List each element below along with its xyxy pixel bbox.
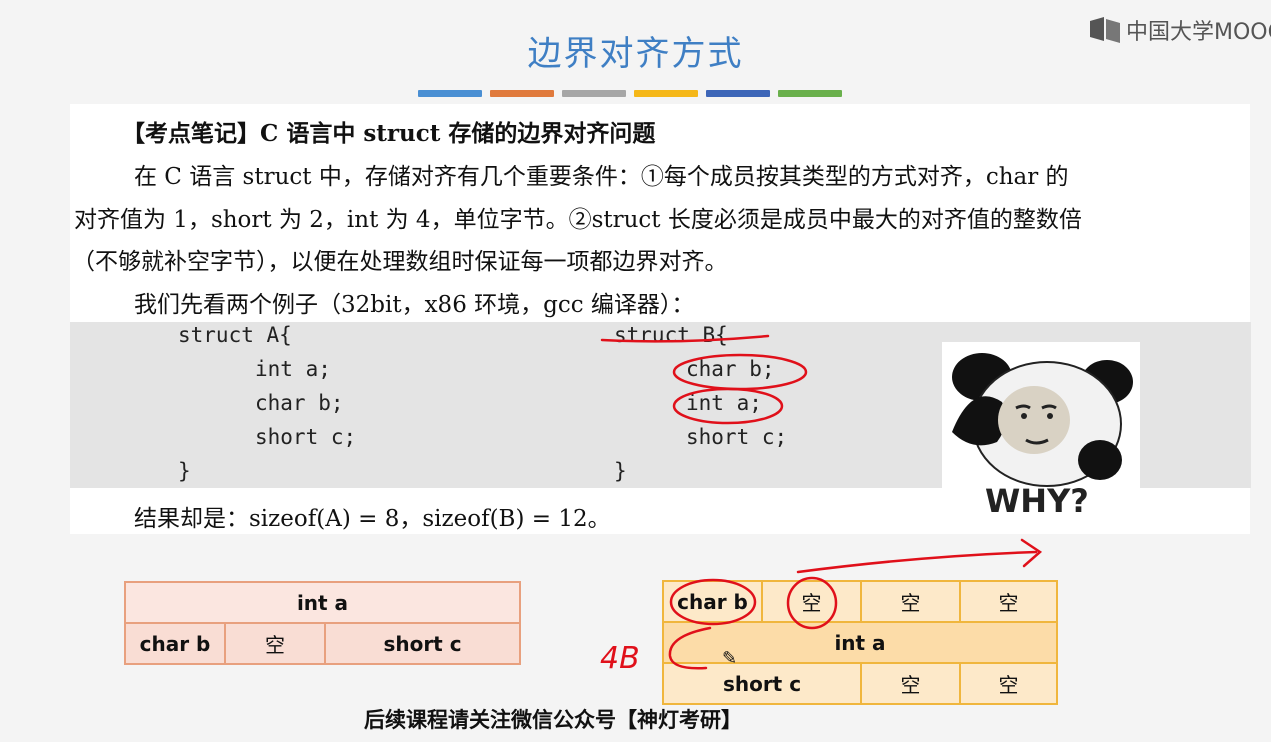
table-row: char b 空 空 空 — [662, 580, 1058, 623]
table-cell: char b — [124, 622, 226, 665]
slide-title: 边界对齐方式 — [527, 34, 744, 74]
color-bar — [490, 90, 554, 97]
handwritten-4b-label: 4B — [600, 641, 640, 676]
struct-a-layout-table: int a char b 空 short c — [124, 581, 521, 665]
pencil-cursor-icon: ✎ — [722, 648, 738, 669]
table-cell: int a — [124, 581, 521, 624]
panda-meme-image — [942, 342, 1140, 490]
table-cell: 空 — [860, 580, 961, 623]
code-a-line: struct A{ — [178, 323, 292, 347]
arrow-mark — [796, 550, 1038, 574]
code-b-line: int a; — [686, 391, 762, 415]
color-bar — [706, 90, 770, 97]
struct-b-layout-table: char b 空 空 空 int a short c 空 空 — [662, 580, 1058, 705]
code-b-line: char b; — [686, 357, 775, 381]
table-cell: 空 — [959, 662, 1058, 705]
color-bar — [418, 90, 482, 97]
table-cell: 空 — [959, 580, 1058, 623]
code-b-line: struct B{ — [614, 323, 728, 347]
footer-notice: 后续课程请关注微信公众号【神灯考研】 — [364, 708, 742, 732]
notes-line-2: 对齐值为 1，short 为 2，int 为 4，单位字节。②struct 长度… — [74, 207, 1082, 233]
table-cell: 空 — [224, 622, 326, 665]
code-b-line: short c; — [686, 425, 788, 449]
code-a-line: char b; — [255, 391, 344, 415]
mooc-logo-text: 中国大学MOOC — [1126, 20, 1271, 45]
notes-line-3: （不够就补空字节），以便在处理数组时保证每一项都边界对齐。 — [72, 249, 728, 275]
notes-heading: 【考点笔记】C 语言中 struct 存储的边界对齐问题 — [122, 120, 656, 147]
sizeof-result: 结果却是：sizeof(A) = 8，sizeof(B) = 12。 — [134, 506, 611, 532]
table-cell: 空 — [761, 580, 862, 623]
code-b-line: } — [614, 459, 627, 483]
code-a-line: } — [178, 459, 191, 483]
title-color-bars — [418, 90, 842, 97]
arrow-head-mark — [1020, 538, 1043, 568]
color-bar — [562, 90, 626, 97]
notes-line-1: 在 C 语言 struct 中，存储对齐有几个重要条件：①每个成员按其类型的方式… — [134, 164, 1069, 190]
color-bar — [634, 90, 698, 97]
color-bar — [778, 90, 842, 97]
mooc-logo-icon — [1090, 17, 1120, 43]
table-row: short c 空 空 — [662, 662, 1058, 705]
table-row: int a — [124, 581, 521, 624]
panda-face-icon — [952, 353, 1133, 487]
table-cell: short c — [324, 622, 521, 665]
table-cell: char b — [662, 580, 763, 623]
mooc-logo: 中国大学MOOC — [1088, 14, 1271, 46]
table-row: char b 空 short c — [124, 622, 521, 665]
table-cell: 空 — [860, 662, 961, 705]
code-a-line: int a; — [255, 357, 331, 381]
notes-line-4: 我们先看两个例子（32bit，x86 环境，gcc 编译器）： — [134, 292, 695, 318]
code-a-line: short c; — [255, 425, 357, 449]
table-cell: short c — [662, 662, 862, 705]
why-caption: WHY? — [985, 482, 1089, 520]
